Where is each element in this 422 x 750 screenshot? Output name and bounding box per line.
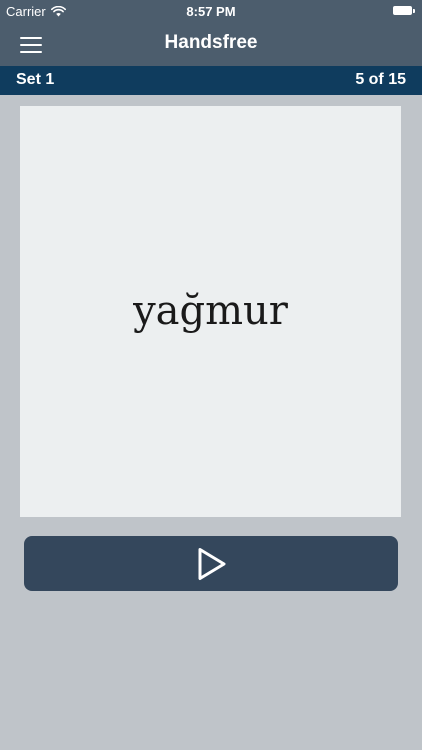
- battery-icon: [393, 6, 415, 16]
- set-progress: 5 of 15: [355, 71, 406, 88]
- set-name: Set 1: [16, 71, 55, 88]
- top-bar: Carrier 8:57 PM Handsfree: [0, 0, 422, 66]
- play-button[interactable]: [24, 536, 398, 591]
- status-bar: Carrier 8:57 PM: [0, 0, 422, 22]
- play-icon: [198, 548, 226, 580]
- flash-card[interactable]: yağmur: [20, 106, 401, 517]
- status-time: 8:57 PM: [186, 4, 236, 19]
- set-bar: Set 1 5 of 15: [0, 66, 422, 95]
- card-word: yağmur: [133, 288, 288, 334]
- page-title: Handsfree: [164, 32, 258, 53]
- navigation-bar: Handsfree: [0, 22, 422, 66]
